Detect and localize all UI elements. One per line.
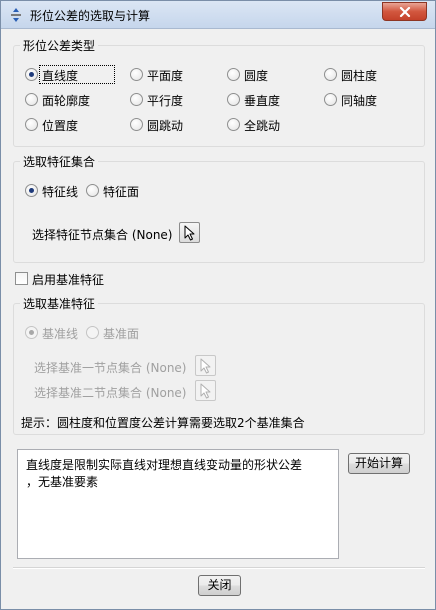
label-straightness[interactable]: 直线度 (42, 67, 78, 84)
radio-coaxiality[interactable] (324, 93, 337, 106)
datum2-node-set-label: 选择基准二节点集合 (None) (34, 386, 187, 400)
radio-feature-face[interactable] (86, 184, 99, 197)
pick-datum2-node-set-button[interactable] (195, 380, 216, 401)
cursor-icon (200, 358, 211, 374)
datum-group-label: 选取基准特征 (20, 295, 99, 312)
label-feature-face[interactable]: 特征面 (103, 183, 139, 200)
separator (13, 567, 425, 569)
label-cylindricity[interactable]: 圆柱度 (341, 67, 377, 84)
feature-set-group-label: 选取特征集合 (20, 153, 99, 170)
label-surface-profile[interactable]: 面轮廓度 (42, 92, 90, 109)
radio-straightness[interactable] (25, 68, 38, 81)
label-datum-face[interactable]: 基准面 (103, 325, 139, 342)
close-button[interactable]: 关闭 (198, 575, 241, 596)
window-title: 形位公差的选取与计算 (30, 9, 151, 23)
radio-datum-line[interactable] (25, 326, 38, 339)
label-flatness[interactable]: 平面度 (147, 67, 183, 84)
enable-datum-checkbox[interactable] (15, 272, 28, 285)
radio-feature-line[interactable] (25, 184, 38, 197)
description-line-2: ，无基准要素 (26, 475, 99, 489)
label-parallelism[interactable]: 平行度 (147, 92, 183, 109)
radio-position[interactable] (25, 118, 38, 131)
enable-datum-label[interactable]: 启用基准特征 (32, 271, 104, 288)
window-close-button[interactable] (382, 2, 427, 21)
datum1-node-set-label: 选择基准一节点集合 (None) (34, 361, 187, 375)
cursor-icon (184, 225, 195, 241)
label-datum-line[interactable]: 基准线 (42, 325, 78, 342)
label-feature-line[interactable]: 特征线 (42, 183, 78, 200)
close-icon (399, 7, 411, 17)
radio-parallelism[interactable] (130, 93, 143, 106)
radio-total-runout[interactable] (227, 118, 240, 131)
pick-datum1-node-set-button[interactable] (195, 355, 216, 376)
label-perpendicularity[interactable]: 垂直度 (244, 92, 280, 109)
radio-roundness[interactable] (227, 68, 240, 81)
label-total-runout[interactable]: 全跳动 (244, 117, 280, 134)
radio-surface-profile[interactable] (25, 93, 38, 106)
compute-button[interactable]: 开始计算 (348, 453, 410, 474)
hint-text: 提示：圆柱度和位置度公差计算需要选取2个基准集合 (21, 416, 305, 430)
tolerance-type-group-label: 形位公差类型 (20, 37, 99, 54)
radio-circular-runout[interactable] (130, 118, 143, 131)
radio-perpendicularity[interactable] (227, 93, 240, 106)
description-textarea[interactable]: 直线度是限制实际直线对理想直线变动量的形状公差 ，无基准要素 (17, 449, 339, 559)
label-coaxiality[interactable]: 同轴度 (341, 92, 377, 109)
feature-set-group (13, 161, 425, 263)
pick-feature-node-set-button[interactable] (179, 222, 200, 243)
dialog-window: 形位公差的选取与计算 形位公差类型 直线度 平面度 圆度 圆柱度 面轮廓度 平行… (0, 0, 436, 610)
radio-datum-face[interactable] (86, 326, 99, 339)
description-line-1: 直线度是限制实际直线对理想直线变动量的形状公差 (26, 458, 303, 472)
app-icon (11, 8, 21, 22)
label-position[interactable]: 位置度 (42, 117, 78, 134)
feature-node-set-label: 选择特征节点集合 (None) (32, 228, 173, 242)
label-circular-runout[interactable]: 圆跳动 (147, 117, 183, 134)
radio-cylindricity[interactable] (324, 68, 337, 81)
label-roundness[interactable]: 圆度 (244, 67, 268, 84)
cursor-icon (200, 383, 211, 399)
radio-flatness[interactable] (130, 68, 143, 81)
title-bar[interactable]: 形位公差的选取与计算 (1, 1, 435, 29)
